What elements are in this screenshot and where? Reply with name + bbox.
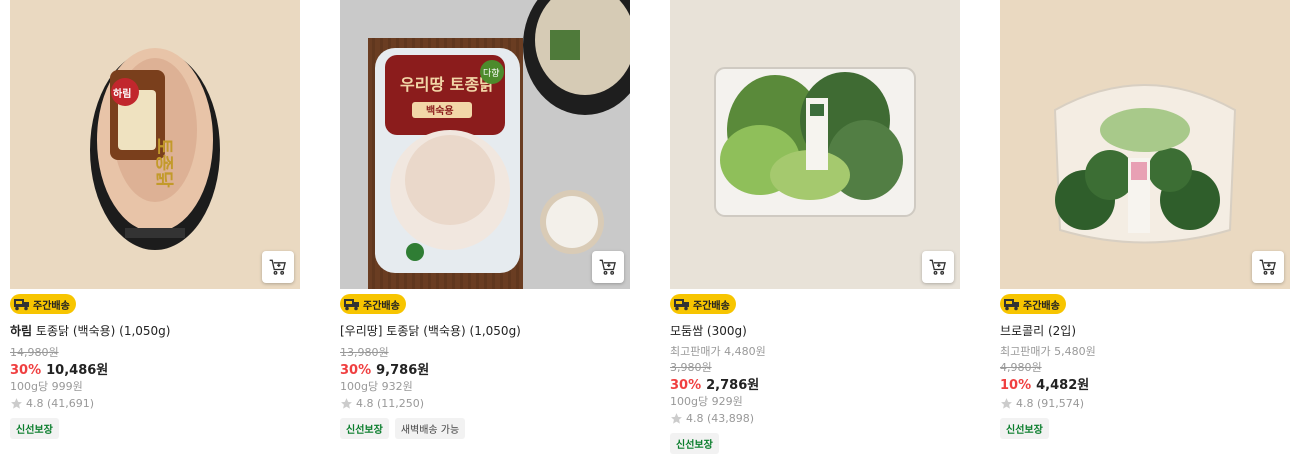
rating: 4.8 (41,691) <box>10 397 94 410</box>
add-to-cart-button[interactable] <box>922 251 954 283</box>
fresh-guarantee-tag: 신선보장 <box>670 433 719 454</box>
discount-rate: 30% <box>340 363 372 378</box>
product-brand: 하림 <box>10 324 33 338</box>
rating: 4.8 (91,574) <box>1000 397 1084 410</box>
price-row: 30% 10,486원 <box>10 359 108 378</box>
rating: 4.8 (43,898) <box>670 412 754 425</box>
tag-list: 신선보장 <box>10 418 59 439</box>
add-to-cart-button[interactable] <box>592 251 624 283</box>
add-to-cart-button[interactable] <box>1252 251 1284 283</box>
sale-price: 10,486원 <box>46 363 109 378</box>
delivery-truck-icon <box>1004 299 1019 311</box>
product-name[interactable]: [우리땅] 토종닭 (백숙용) (1,050g) <box>340 322 521 339</box>
weekly-delivery-badge: 주간배송 <box>670 294 736 314</box>
price-row: 10% 4,482원 <box>1000 374 1089 393</box>
weekly-delivery-badge: 주간배송 <box>10 294 76 314</box>
weekly-delivery-badge: 주간배송 <box>340 294 406 314</box>
badge-label: 주간배송 <box>33 300 70 312</box>
fresh-guarantee-tag: 신선보장 <box>340 418 389 439</box>
star-icon <box>671 413 682 424</box>
price-row: 30% 9,786원 <box>340 359 429 378</box>
sale-price: 2,786원 <box>706 378 760 393</box>
rating: 4.8 (11,250) <box>340 397 424 410</box>
cart-icon <box>929 259 946 275</box>
weekly-delivery-badge: 주간배송 <box>1000 294 1066 314</box>
fresh-guarantee-tag: 신선보장 <box>1000 418 1049 439</box>
delivery-truck-icon <box>674 299 689 311</box>
rating-text: 4.8 (43,898) <box>686 412 755 425</box>
max-price-note: 최고판매가 4,480원 <box>670 345 766 358</box>
product-image[interactable] <box>1000 0 1290 289</box>
unit-price: 100g당 932원 <box>340 380 413 393</box>
cart-icon <box>599 259 616 275</box>
cart-icon <box>1259 259 1276 275</box>
add-to-cart-button[interactable] <box>262 251 294 283</box>
badge-label: 주간배송 <box>693 300 730 312</box>
price-row: 30% 2,786원 <box>670 374 759 393</box>
tag-list: 신선보장 <box>670 433 719 454</box>
svg-text:하림: 하림 <box>113 87 131 100</box>
unit-price: 100g당 929원 <box>670 395 743 408</box>
svg-text:백숙용: 백숙용 <box>426 104 454 117</box>
svg-text:다향: 다향 <box>483 67 500 79</box>
svg-text:토종닭: 토종닭 <box>153 138 174 188</box>
product-card[interactable]: 우리땅 토종닭 백숙용 다향 주간배송 [우리땅] 토종닭 (백숙용) (1,0… <box>340 0 630 439</box>
fresh-guarantee-tag: 신선보장 <box>10 418 59 439</box>
star-icon <box>341 398 352 409</box>
tag-list: 신선보장 <box>1000 418 1049 439</box>
sale-price: 9,786원 <box>376 363 430 378</box>
original-price: 14,980원 <box>10 346 59 359</box>
discount-rate: 30% <box>10 363 42 378</box>
badge-label: 주간배송 <box>1023 300 1060 312</box>
product-card[interactable]: 주간배송 모둠쌈 (300g) 최고판매가 4,480원 3,980원 30% 2… <box>670 0 960 454</box>
badge-label: 주간배송 <box>363 300 400 312</box>
rating-text: 4.8 (11,250) <box>356 397 425 410</box>
tag-list: 신선보장 새벽배송 가능 <box>340 418 466 439</box>
original-price: 4,980원 <box>1000 361 1042 374</box>
star-icon <box>11 398 22 409</box>
discount-rate: 30% <box>670 378 702 393</box>
product-card[interactable]: 주간배송 브로콜리 (2입) 최고판매가 5,480원 4,980원 10% 4,… <box>1000 0 1290 439</box>
unit-price: 100g당 999원 <box>10 380 83 393</box>
delivery-truck-icon <box>14 299 29 311</box>
sale-price: 4,482원 <box>1036 378 1090 393</box>
star-icon <box>1001 398 1012 409</box>
discount-rate: 10% <box>1000 378 1032 393</box>
product-image[interactable] <box>670 0 960 289</box>
rating-text: 4.8 (41,691) <box>26 397 95 410</box>
original-price: 13,980원 <box>340 346 389 359</box>
cart-icon <box>269 259 286 275</box>
original-price: 3,980원 <box>670 361 712 374</box>
svg-text:우리땅 토종닭: 우리땅 토종닭 <box>400 75 494 94</box>
max-price-note: 최고판매가 5,480원 <box>1000 345 1096 358</box>
product-name[interactable]: 하림 토종닭 (백숙용) (1,050g) <box>10 322 170 339</box>
product-image[interactable]: 토종닭 하림 <box>10 0 300 289</box>
product-name[interactable]: 모둠쌈 (300g) <box>670 322 747 339</box>
delivery-truck-icon <box>344 299 359 311</box>
dawn-delivery-tag: 새벽배송 가능 <box>394 418 466 439</box>
product-image[interactable]: 우리땅 토종닭 백숙용 다향 <box>340 0 630 289</box>
rating-text: 4.8 (91,574) <box>1016 397 1085 410</box>
product-name[interactable]: 브로콜리 (2입) <box>1000 322 1076 339</box>
product-card[interactable]: 토종닭 하림 주간배송 하림 토종닭 (백숙용) (1,050g) 14,980… <box>10 0 300 439</box>
